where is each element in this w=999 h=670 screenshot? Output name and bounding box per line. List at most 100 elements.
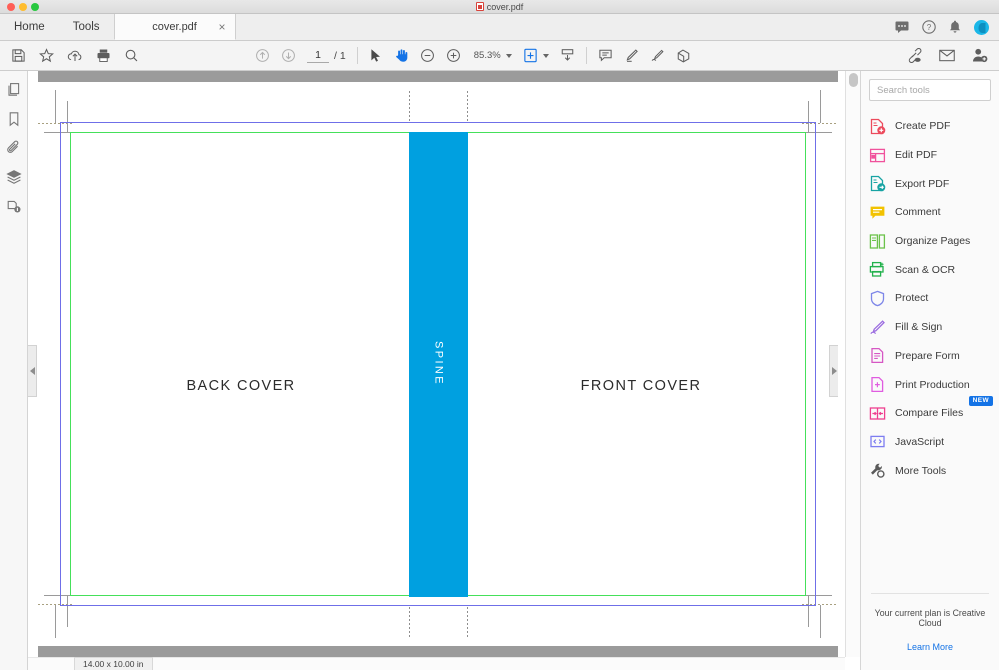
vertical-scrollbar[interactable] [845, 71, 860, 657]
tools-panel: Create PDF Edit PDF [860, 71, 999, 670]
pdf-file-icon [475, 2, 484, 11]
page-thumbnails-icon[interactable] [6, 82, 22, 98]
tool-label: Fill & Sign [895, 321, 943, 334]
toolbar-divider-2 [585, 47, 587, 64]
print-icon[interactable] [96, 48, 111, 63]
tool-scan-ocr[interactable]: Scan & OCR [861, 255, 999, 284]
comment-icon[interactable] [598, 48, 613, 63]
zoom-in-icon[interactable] [446, 48, 461, 63]
scroll-mode-icon[interactable] [560, 48, 575, 63]
tool-fill-sign[interactable]: Fill & Sign [861, 313, 999, 342]
main-toolbar: 1 / 1 85.3% [0, 41, 999, 71]
tool-prepare-form[interactable]: Prepare Form [861, 342, 999, 371]
stamp-icon[interactable] [676, 48, 691, 63]
document-info-icon[interactable] [6, 198, 22, 214]
layers-icon[interactable] [5, 169, 22, 185]
javascript-icon [869, 433, 886, 450]
menu-home[interactable]: Home [0, 14, 59, 40]
search-icon[interactable] [124, 48, 139, 63]
main-body: SPINE BACK COVER FRONT COVER 14.00 x 10.… [0, 71, 999, 670]
learn-more-link[interactable]: Learn More [861, 642, 999, 652]
crop-mark-tr-v [820, 90, 821, 123]
crop-mark-bl-v [55, 605, 56, 638]
add-person-icon[interactable] [972, 48, 988, 63]
page-fit-icon[interactable] [523, 48, 538, 63]
avatar[interactable] [974, 19, 989, 35]
chat-icon[interactable] [895, 21, 909, 33]
prepare-form-icon [869, 347, 886, 364]
attachments-icon[interactable] [6, 140, 22, 156]
tool-compare-files[interactable]: Compare Files NEW [861, 395, 999, 428]
tool-export-pdf[interactable]: Export PDF [861, 169, 999, 198]
email-icon[interactable] [939, 49, 955, 62]
left-navigation-rail [0, 71, 28, 670]
tool-label: Protect [895, 292, 929, 305]
window-title: cover.pdf [0, 2, 999, 12]
upload-cloud-icon[interactable] [67, 48, 83, 63]
menu-tools[interactable]: Tools [59, 14, 114, 40]
vertical-scrollbar-thumb[interactable] [849, 73, 858, 87]
tool-label: Create PDF [895, 120, 951, 133]
tool-comment[interactable]: Comment [861, 198, 999, 227]
zoom-level-value: 85.3% [473, 49, 501, 61]
tool-more-tools[interactable]: More Tools [861, 456, 999, 485]
fill-sign-icon [869, 319, 886, 336]
tool-label: Print Production [895, 378, 970, 391]
highlight-icon[interactable] [624, 48, 639, 63]
window-title-text: cover.pdf [486, 1, 524, 12]
header-actions: ? [895, 14, 999, 40]
export-pdf-icon [869, 175, 886, 192]
document-viewer[interactable]: SPINE BACK COVER FRONT COVER 14.00 x 10.… [28, 71, 860, 670]
create-pdf-icon [869, 118, 886, 135]
front-cover-label: FRONT COVER [580, 378, 702, 394]
document-tab-label: cover.pdf [152, 20, 197, 33]
chevron-down-icon[interactable] [505, 53, 512, 58]
page-fit-chevron-down-icon[interactable] [542, 53, 549, 58]
tool-organize-pages[interactable]: Organize Pages [861, 227, 999, 256]
current-page-input[interactable]: 1 [307, 49, 329, 63]
print-production-icon [869, 376, 886, 393]
tool-label: Edit PDF [895, 149, 938, 162]
bell-icon[interactable] [949, 20, 961, 34]
tool-label: Organize Pages [895, 235, 971, 248]
edit-pdf-icon [869, 147, 886, 164]
tool-label: More Tools [895, 464, 947, 477]
star-icon[interactable] [39, 48, 54, 63]
tool-javascript[interactable]: JavaScript [861, 428, 999, 457]
select-cursor-icon[interactable] [369, 48, 383, 63]
viewer-bottom-band [38, 646, 838, 657]
help-icon[interactable]: ? [922, 20, 936, 34]
tool-create-pdf[interactable]: Create PDF [861, 112, 999, 141]
page-fit-control[interactable] [523, 48, 549, 63]
collapse-left-panel-button[interactable] [28, 344, 37, 397]
tool-edit-pdf[interactable]: Edit PDF [861, 141, 999, 170]
previous-page-icon[interactable] [255, 48, 270, 63]
spine-block: SPINE [409, 131, 468, 597]
page-total-label: / 1 [334, 49, 346, 62]
hand-icon[interactable] [394, 48, 409, 63]
fold-mark-top-left [409, 91, 410, 121]
share-link-icon[interactable] [906, 48, 922, 63]
tool-label: JavaScript [895, 435, 945, 448]
collapse-right-panel-button[interactable] [829, 344, 838, 397]
search-tools-box[interactable] [869, 79, 991, 101]
save-icon[interactable] [11, 48, 26, 63]
toolbar-divider-1 [356, 47, 358, 64]
comment-tool-icon [869, 204, 886, 221]
chevron-left-icon [29, 366, 35, 375]
tool-label: Scan & OCR [895, 263, 956, 276]
zoom-control[interactable]: 85.3% [472, 50, 512, 62]
tool-protect[interactable]: Protect [861, 284, 999, 313]
bookmarks-icon[interactable] [6, 111, 22, 127]
zoom-out-icon[interactable] [420, 48, 435, 63]
tool-print-production[interactable]: Print Production [861, 370, 999, 399]
safety-area-guide: SPINE BACK COVER FRONT COVER [70, 131, 806, 597]
draw-icon[interactable] [650, 48, 665, 63]
close-tab-icon[interactable]: × [219, 21, 226, 33]
current-plan-text: Your current plan is Creative Cloud [874, 608, 986, 628]
crop-mark-br-v [820, 605, 821, 638]
document-tab-cover-pdf[interactable]: cover.pdf × [113, 14, 236, 40]
search-tools-input[interactable] [877, 84, 983, 96]
next-page-icon[interactable] [281, 48, 296, 63]
pdf-page[interactable]: SPINE BACK COVER FRONT COVER [38, 82, 838, 646]
